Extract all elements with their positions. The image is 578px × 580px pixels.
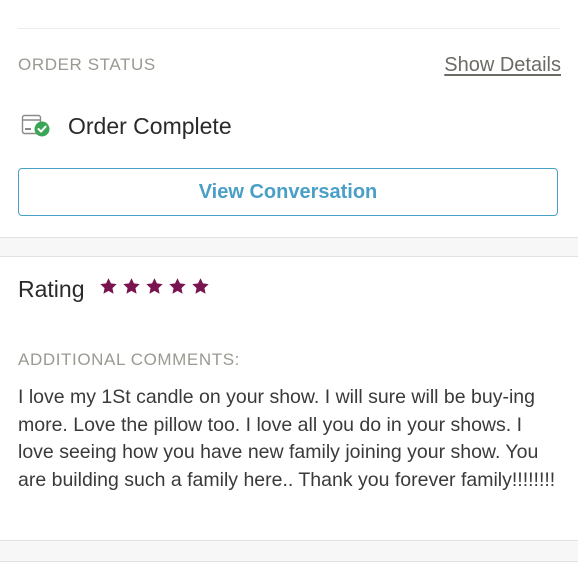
order-status-heading: ORDER STATUS xyxy=(18,55,156,74)
next-card-edge xyxy=(0,561,578,580)
section-divider xyxy=(0,237,578,257)
view-conversation-button[interactable]: View Conversation xyxy=(18,168,558,216)
show-details-link[interactable]: Show Details xyxy=(444,54,561,77)
top-divider xyxy=(18,28,560,29)
star-icon xyxy=(146,278,163,294)
rating-label: Rating xyxy=(18,276,85,302)
order-status-text: Order Complete xyxy=(68,113,232,139)
rating-stars xyxy=(99,277,210,296)
additional-comments-heading: ADDITIONAL COMMENTS: xyxy=(18,350,240,369)
star-icon xyxy=(192,278,209,294)
star-icon xyxy=(123,278,140,294)
star-icon xyxy=(100,278,117,294)
order-complete-icon xyxy=(20,111,52,139)
additional-comments-text: I love my 1St candle on your show. I wil… xyxy=(18,386,556,491)
star-icon xyxy=(169,278,186,294)
